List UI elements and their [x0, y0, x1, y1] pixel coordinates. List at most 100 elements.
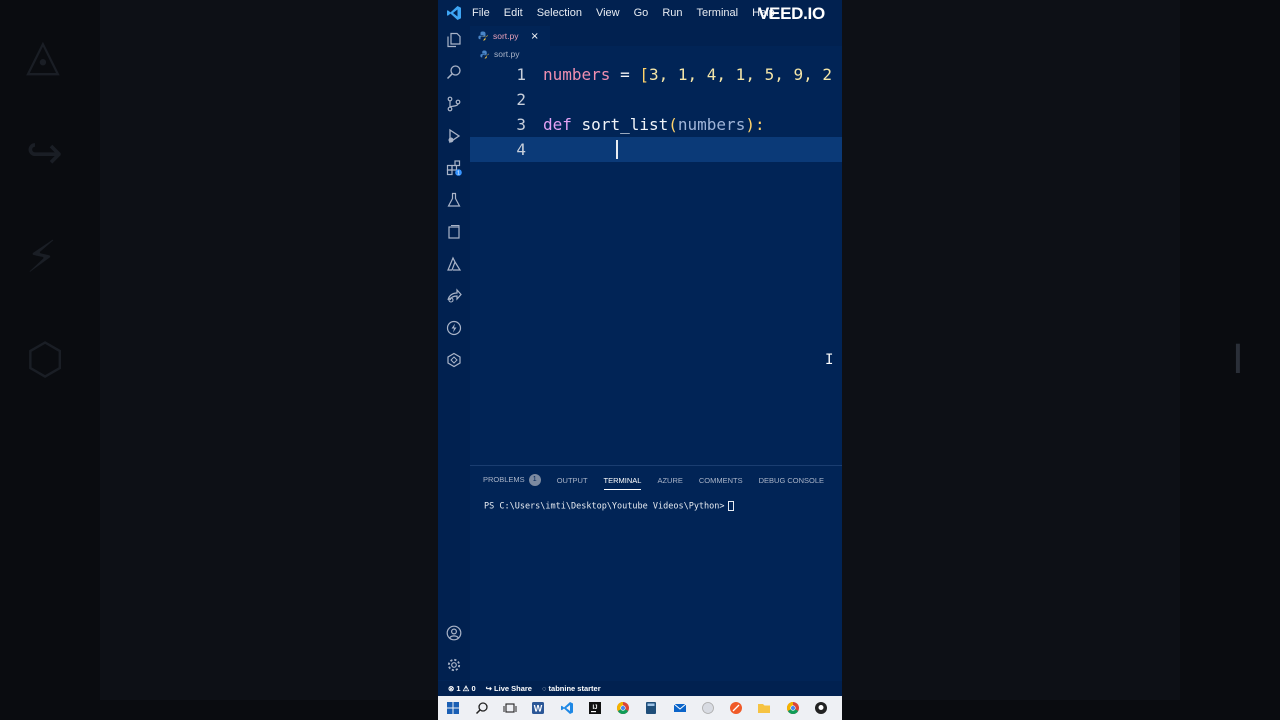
warning-icon: ⚠	[462, 684, 470, 693]
editor-tab-bar: sort.py ×	[470, 26, 842, 46]
intellij-icon[interactable]: IJ	[587, 700, 602, 716]
terminal-output[interactable]: PS C:\Users\imti\Desktop\Youtube Videos\…	[484, 501, 734, 512]
problems-status[interactable]: ⊗ 1 ⚠ 0	[448, 684, 476, 693]
live-share-icon[interactable]	[444, 286, 464, 306]
mail-icon[interactable]	[672, 700, 687, 716]
code-line-current: 4	[470, 137, 842, 162]
word-icon[interactable]: W	[531, 700, 546, 716]
app-icon[interactable]	[701, 700, 716, 716]
calculator-icon[interactable]	[644, 700, 659, 716]
background-blurred-editor	[842, 0, 1180, 700]
menu-terminal[interactable]: Terminal	[697, 7, 739, 19]
menu-selection[interactable]: Selection	[537, 7, 582, 19]
line-number: 4	[516, 140, 526, 159]
ghost-tabnine-icon: ⬡	[26, 334, 65, 385]
terminal-prompt: PS C:\Users\imti\Desktop\Youtube Videos\…	[484, 501, 725, 512]
thunder-client-icon[interactable]	[444, 318, 464, 338]
error-icon: ⊗	[448, 684, 455, 693]
problems-badge: 1	[528, 474, 541, 486]
code-editor[interactable]: 1 numbers = [3, 1, 4, 1, 5, 9, 2 2 3 def…	[470, 62, 842, 462]
account-icon[interactable]	[444, 623, 464, 643]
tab-problems[interactable]: PROBLEMS 1	[483, 474, 541, 486]
code-text: def sort_list(numbers):	[543, 112, 765, 137]
tabnine-icon[interactable]	[444, 350, 464, 370]
python-file-icon	[478, 31, 488, 41]
warning-count: 0	[471, 684, 476, 693]
terminal-cursor	[727, 501, 734, 511]
task-view-icon[interactable]	[503, 700, 518, 716]
tabnine-status[interactable]: ◌ tabnine starter	[542, 684, 601, 693]
mouse-ibeam-cursor-icon: I	[825, 352, 834, 368]
code-text: numbers = [3, 1, 4, 1, 5, 9, 2	[543, 62, 832, 87]
background-blurred-sidebar	[100, 0, 438, 700]
veed-watermark: VEED.IO	[758, 4, 825, 23]
menubar: File Edit Selection View Go Run Terminal…	[438, 0, 842, 26]
token-operator: =	[610, 65, 640, 84]
line-number: 1	[516, 65, 526, 84]
remote-explorer-icon[interactable]	[444, 222, 464, 242]
github-icon[interactable]	[814, 700, 829, 716]
extensions-icon[interactable]: 1	[444, 158, 464, 178]
line-number: 2	[516, 90, 526, 109]
svg-text:W: W	[534, 704, 543, 714]
file-explorer-icon[interactable]	[757, 700, 772, 716]
live-share-status[interactable]: ↪ Live Share	[486, 684, 532, 693]
error-count: 1	[456, 684, 461, 693]
panel-tab-bar: PROBLEMS 1 OUTPUT TERMINAL AZURE COMMENTS…	[483, 474, 840, 490]
breadcrumb: sort.py	[480, 47, 520, 61]
token-numbers: 3, 1, 4, 1, 5, 9, 2	[648, 65, 833, 84]
brave-icon[interactable]	[729, 700, 744, 716]
windows-start-icon[interactable]	[446, 700, 461, 716]
token-keyword: def	[543, 115, 572, 134]
code-line: 3 def sort_list(numbers):	[470, 112, 842, 137]
tabnine-icon: ◌	[541, 684, 547, 693]
settings-gear-icon[interactable]	[444, 655, 464, 675]
ghost-lightning-icon: ⚡	[26, 232, 57, 283]
vscode-logo-icon	[447, 6, 461, 20]
ghost-ibeam-icon: I	[1232, 337, 1244, 383]
token-bracket: [	[639, 65, 649, 84]
code-line: 2	[470, 87, 842, 112]
code-line: 1 numbers = [3, 1, 4, 1, 5, 9, 2	[470, 62, 842, 87]
menu-go[interactable]: Go	[634, 7, 649, 19]
azure-icon[interactable]	[444, 254, 464, 274]
breadcrumb-file[interactable]: sort.py	[494, 49, 520, 59]
tab-comments[interactable]: COMMENTS	[699, 476, 743, 485]
search-icon[interactable]	[474, 700, 489, 716]
menu-edit[interactable]: Edit	[504, 7, 523, 19]
python-file-icon	[480, 49, 489, 59]
tab-sort-py[interactable]: sort.py ×	[470, 26, 550, 46]
windows-taskbar: W IJ	[438, 696, 842, 720]
menu-run[interactable]: Run	[662, 7, 682, 19]
menu-view[interactable]: View	[596, 7, 620, 19]
tab-close-icon[interactable]: ×	[531, 31, 539, 42]
background-right: I	[842, 0, 1280, 720]
chrome-icon[interactable]	[785, 700, 800, 716]
search-icon[interactable]	[444, 62, 464, 82]
token-variable: numbers	[543, 65, 611, 84]
extensions-badge: 1	[457, 171, 460, 177]
tab-terminal[interactable]: TERMINAL	[603, 476, 641, 490]
tabnine-label: tabnine starter	[548, 684, 601, 693]
source-control-icon[interactable]	[444, 94, 464, 114]
bottom-panel: PROBLEMS 1 OUTPUT TERMINAL AZURE COMMENTS…	[470, 465, 842, 681]
explorer-icon[interactable]	[444, 30, 464, 50]
tab-azure[interactable]: AZURE	[657, 476, 682, 485]
vscode-icon[interactable]	[559, 700, 574, 716]
tab-output[interactable]: OUTPUT	[557, 476, 588, 485]
run-debug-icon[interactable]	[444, 126, 464, 146]
ghost-live-share-icon: ↪	[26, 128, 63, 179]
tab-label: sort.py	[493, 31, 519, 41]
background-left: ◬ ↪ ⚡ ⬡	[0, 0, 438, 720]
chrome-icon[interactable]	[616, 700, 631, 716]
vscode-window: File Edit Selection View Go Run Terminal…	[438, 0, 842, 720]
tab-debug-console[interactable]: DEBUG CONSOLE	[759, 476, 824, 485]
live-share-label: Live Share	[494, 684, 532, 693]
menu-file[interactable]: File	[472, 7, 490, 19]
text-cursor	[616, 140, 618, 159]
token-paren: (	[668, 115, 678, 134]
ghost-azure-icon: ◬	[26, 30, 60, 81]
line-number: 3	[516, 115, 526, 134]
testing-icon[interactable]	[444, 190, 464, 210]
svg-text:IJ: IJ	[592, 705, 597, 711]
